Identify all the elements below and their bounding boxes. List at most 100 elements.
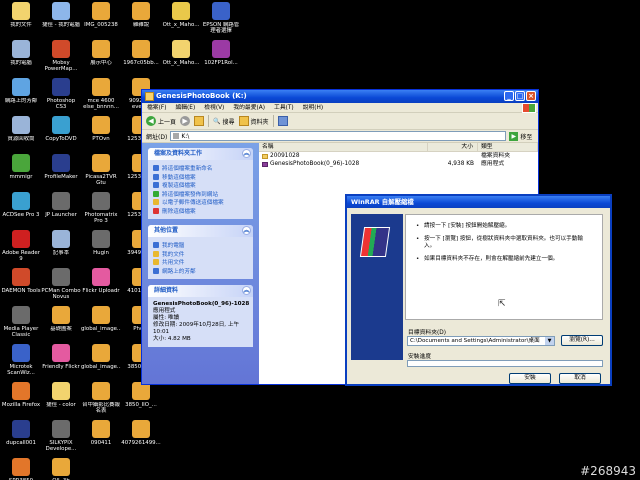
folders-button[interactable]: 資料夾	[238, 116, 269, 126]
menu-file[interactable]: 檔案(F)	[147, 103, 166, 112]
collapse-chevron-icon[interactable]: ︽	[242, 286, 251, 295]
place-my-documents[interactable]: 我的文件	[153, 250, 248, 259]
other-places-header[interactable]: 其他位置 ︽	[148, 225, 253, 237]
desktop-shortcut[interactable]: ProfileMaker	[41, 154, 81, 180]
column-name[interactable]: 名稱	[259, 143, 428, 151]
install-button[interactable]: 安裝	[509, 373, 551, 384]
task-copy[interactable]: 複製這個檔案	[153, 181, 248, 190]
desktop-shortcut[interactable]: Photoshop CS3	[41, 78, 81, 110]
desktop-shortcut[interactable]: EPSON 網路管理者選擇	[201, 2, 241, 34]
file-tasks-header[interactable]: 檔案及資料夾工作 ︽	[148, 148, 253, 160]
menu-view[interactable]: 檢視(V)	[204, 103, 224, 112]
collapse-chevron-icon[interactable]: ︽	[242, 149, 251, 158]
desktop-shortcut[interactable]: 網路上的芳鄰	[1, 78, 41, 104]
drive-icon	[145, 92, 154, 101]
desktop-shortcut[interactable]: DAEMON Tools	[1, 268, 41, 294]
file-row[interactable]: 20091028 檔案資料夾	[259, 152, 538, 160]
desktop-shortcut[interactable]: mce 4600 else_bnnnn...	[81, 78, 121, 110]
task-delete[interactable]: 刪除這個檔案	[153, 207, 248, 216]
desktop-shortcut[interactable]: Microtek ScanWiz...	[1, 344, 41, 376]
desktop-shortcut[interactable]: 展示中心	[81, 40, 121, 66]
desktop-shortcut[interactable]: mmmigr	[1, 154, 41, 180]
minimize-button[interactable]: _	[504, 91, 514, 101]
details-header[interactable]: 詳細資料 ︽	[148, 285, 253, 297]
forward-button[interactable]: ▶	[180, 116, 191, 126]
task-email[interactable]: 以電子郵件傳送這個檔案	[153, 198, 248, 207]
menu-favorites[interactable]: 我的最愛(A)	[233, 103, 265, 112]
desktop-shortcut[interactable]: Ott_x_Maho...	[161, 2, 201, 28]
collapse-chevron-icon[interactable]: ︽	[242, 226, 251, 235]
search-button[interactable]: 🔍 搜尋	[213, 117, 235, 126]
desktop-shortcut[interactable]: Media Player Classic	[1, 306, 41, 338]
desktop-shortcut[interactable]: Picasa2TVR Gtu	[81, 154, 121, 186]
desktop-shortcut[interactable]: CopyToDVD	[41, 116, 81, 142]
menu-tools[interactable]: 工具(T)	[274, 103, 294, 112]
menu-edit[interactable]: 編輯(E)	[175, 103, 195, 112]
desktop-shortcut[interactable]: 4079261499...	[121, 420, 161, 446]
desktop-shortcut[interactable]: 3850_IIO_...	[121, 382, 161, 408]
desktop-shortcut[interactable]: 1967c05bb...	[121, 40, 161, 66]
desktop-shortcut[interactable]: Flickr Uploadr	[81, 268, 121, 294]
desktop-shortcut[interactable]: 台中攝影比賽報名表	[81, 382, 121, 414]
desktop-shortcut[interactable]: Adobe Reader 9	[1, 230, 41, 262]
desktop-shortcut[interactable]: Hugin	[81, 230, 121, 256]
winrar-title-bar[interactable]: WinRAR 自解壓縮檔	[347, 196, 610, 208]
desktop-shortcut[interactable]: 資源回收筒	[1, 116, 41, 142]
file-row[interactable]: GenesisPhotoBook(0_96)-1028 4,938 KB 應用程…	[259, 160, 538, 168]
desktop-shortcut[interactable]: PTOvn	[81, 116, 121, 142]
desktop-shortcut[interactable]: 記事本	[41, 230, 81, 256]
desktop-shortcut[interactable]: JP Launcher	[41, 192, 81, 218]
winrar-dialog[interactable]: WinRAR 自解壓縮檔 請按一下 [安裝] 按鈕開始解壓縮。 按一下 [瀏覽]…	[345, 194, 612, 386]
place-my-computer[interactable]: 我的電腦	[153, 241, 248, 250]
browse-button[interactable]: 瀏覽(R)...	[561, 335, 603, 346]
back-button[interactable]: ◀ 上一頁	[146, 116, 176, 126]
menu-help[interactable]: 說明(H)	[303, 103, 323, 112]
address-input[interactable]: K:\	[170, 131, 507, 141]
go-button[interactable]: ▶ 移至	[509, 131, 532, 141]
place-shared-documents[interactable]: 共用文件	[153, 258, 248, 267]
file-size	[428, 152, 478, 160]
task-rename[interactable]: 將這個檔案重新命名	[153, 164, 248, 173]
desktop-shortcut[interactable]: 基礎圖案	[41, 306, 81, 332]
desktop-shortcut[interactable]: Photomatrix Pro 3	[81, 192, 121, 224]
desktop-shortcut[interactable]: 雜雜說	[121, 2, 161, 28]
address-bar: 網址(D) K:\ ▶ 移至	[142, 130, 538, 143]
column-type[interactable]: 類型	[478, 143, 538, 151]
desktop-shortcut[interactable]: 捷徑 - color	[41, 382, 81, 408]
task-move[interactable]: 移動這個檔案	[153, 173, 248, 182]
desktop-shortcut[interactable]: IMG_005238	[81, 2, 121, 28]
desktop-shortcut[interactable]: ACDSee Pro 3	[1, 192, 41, 218]
desktop-shortcut[interactable]: global_image...	[81, 344, 121, 370]
desktop-shortcut[interactable]: 我的文件	[1, 2, 41, 28]
shortcut-label: Friendly Flickr	[42, 364, 80, 370]
shortcut-icon	[12, 116, 30, 134]
views-button[interactable]	[277, 116, 288, 126]
shortcut-icon	[92, 40, 110, 58]
desktop-shortcut[interactable]: OIL-3b	[41, 458, 81, 480]
task-publish[interactable]: 將這個檔案發佈到網站	[153, 190, 248, 199]
desktop-shortcut[interactable]: global_image...	[81, 306, 121, 332]
desktop-shortcut[interactable]: dupcall001	[1, 420, 41, 446]
maximize-button[interactable]: □	[515, 91, 525, 101]
place-network[interactable]: 網路上的芳鄰	[153, 267, 248, 276]
desktop-shortcut[interactable]: 102FP1Rol...	[201, 40, 241, 66]
desktop-shortcut[interactable]: Friendly Flickr	[41, 344, 81, 370]
column-size[interactable]: 大小	[428, 143, 478, 151]
desktop-shortcut[interactable]: Mozilla Firefox	[1, 382, 41, 408]
close-button[interactable]: ×	[526, 91, 536, 101]
explorer-title: GenesisPhotoBook (K:)	[156, 92, 247, 100]
desktop-shortcut[interactable]: SPR3850 PASenaPho...	[1, 458, 41, 480]
desktop-shortcut[interactable]: 我的電腦	[1, 40, 41, 66]
shortcut-icon	[52, 344, 70, 362]
explorer-title-bar[interactable]: GenesisPhotoBook (K:) _ □ ×	[142, 90, 538, 103]
desktop-shortcut[interactable]: Ott_x_Maho...	[161, 40, 201, 66]
desktop-shortcut[interactable]: SILKYPIX Develope...	[41, 420, 81, 452]
dropdown-arrow-icon[interactable]: ▼	[545, 337, 554, 345]
desktop-shortcut[interactable]: 捷徑 - 我的電腦	[41, 2, 81, 28]
dest-folder-input[interactable]: C:\Documents and Settings\Administrator\…	[407, 336, 555, 346]
cancel-button[interactable]: 取消	[559, 373, 601, 384]
desktop-shortcut[interactable]: 090411	[81, 420, 121, 446]
desktop-shortcut[interactable]: Mobsy PowerMap...	[41, 40, 81, 72]
up-button[interactable]	[194, 116, 205, 126]
desktop-shortcut[interactable]: PCMan Combo Novus	[41, 268, 81, 300]
